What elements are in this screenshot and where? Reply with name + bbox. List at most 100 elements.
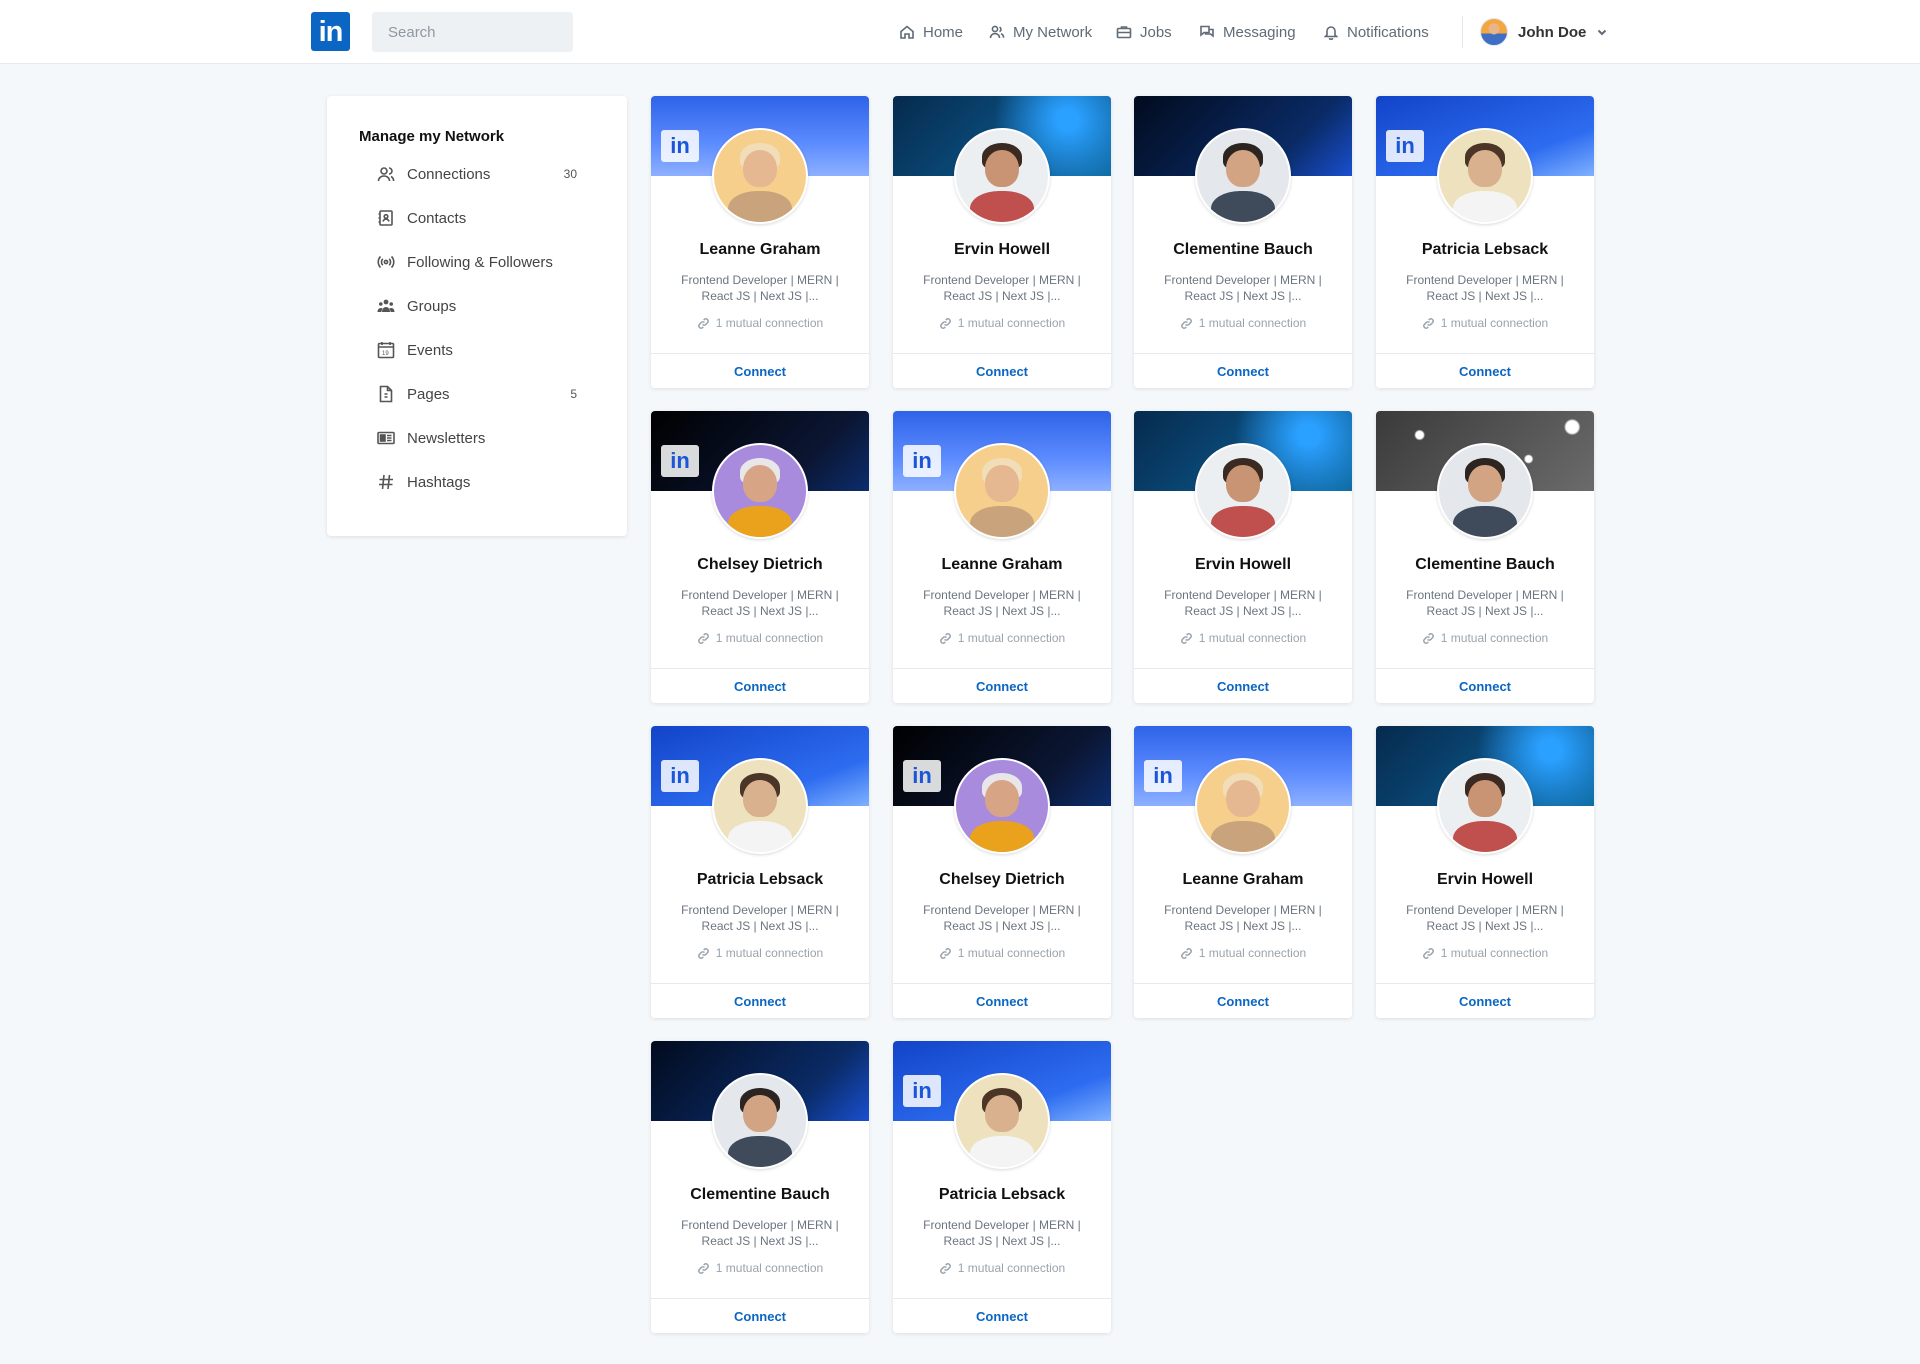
person-headline: Frontend Developer | MERN | React JS | N… (1406, 903, 1564, 933)
link-icon (939, 1262, 951, 1274)
mutual-connection-text: 1 mutual connection (1198, 631, 1307, 645)
chat-icon (1200, 25, 1214, 38)
person-name[interactable]: Clementine Bauch (1134, 241, 1352, 259)
person-name[interactable]: Clementine Bauch (1376, 556, 1594, 574)
people-icon (989, 25, 1005, 39)
person-headline: Frontend Developer | MERN | React JS | N… (1406, 588, 1564, 618)
avatar[interactable] (712, 758, 808, 854)
person-name[interactable]: Patricia Lebsack (651, 871, 869, 889)
banner-logo-icon: in (1144, 760, 1182, 792)
avatar[interactable] (1195, 758, 1291, 854)
sidebar-item-following[interactable]: Following & Followers (377, 247, 577, 277)
connect-button[interactable]: Connect (651, 668, 869, 703)
avatar[interactable] (712, 1073, 808, 1169)
link-icon (939, 632, 951, 644)
connect-button[interactable]: Connect (651, 1298, 869, 1333)
connect-button[interactable]: Connect (651, 983, 869, 1018)
sidebar-item-groups[interactable]: Groups (377, 291, 577, 321)
connect-button[interactable]: Connect (893, 353, 1111, 388)
banner-logo-icon: in (903, 760, 941, 792)
person-headline: Frontend Developer | MERN | React JS | N… (681, 1218, 839, 1248)
person-name[interactable]: Leanne Graham (651, 241, 869, 259)
link-icon (939, 317, 951, 329)
nav-home[interactable]: Home (899, 0, 963, 64)
person-headline: Frontend Developer | MERN | React JS | N… (681, 903, 839, 933)
person-name[interactable]: Patricia Lebsack (893, 1186, 1111, 1204)
person-card: in Patricia Lebsack Frontend Developer | M… (893, 1041, 1111, 1333)
chevron-down-icon (1598, 29, 1607, 36)
nav-jobs[interactable]: Jobs (1116, 0, 1172, 64)
nav-my-network[interactable]: My Network (989, 0, 1092, 64)
person-name[interactable]: Ervin Howell (1134, 556, 1352, 574)
avatar[interactable] (954, 443, 1050, 539)
person-card: Clementine Bauch Frontend Developer | MER… (1134, 96, 1352, 388)
connections-icon (377, 167, 395, 182)
mutual-connection-text: 1 mutual connection (957, 1261, 1066, 1275)
person-name[interactable]: Ervin Howell (893, 241, 1111, 259)
connect-button[interactable]: Connect (1134, 668, 1352, 703)
connect-button[interactable]: Connect (1134, 353, 1352, 388)
sidebar-item-events[interactable]: 19 Events (377, 335, 577, 365)
manage-network-sidebar: Manage my Network Connections 30 Contact… (327, 96, 627, 536)
connect-button[interactable]: Connect (1376, 983, 1594, 1018)
link-icon (1180, 317, 1192, 329)
profile-menu[interactable]: John Doe (1480, 0, 1608, 64)
connect-button[interactable]: Connect (893, 983, 1111, 1018)
person-card: in Leanne Graham Frontend Developer | MERN… (1134, 726, 1352, 1018)
avatar[interactable] (1437, 128, 1533, 224)
mutual-connection-text: 1 mutual connection (1198, 946, 1307, 960)
person-name[interactable]: Chelsey Dietrich (651, 556, 869, 574)
person-name[interactable]: Patricia Lebsack (1376, 241, 1594, 259)
sidebar-item-label: Events (407, 341, 453, 359)
mutual-connection-text: 1 mutual connection (1198, 316, 1307, 330)
person-headline: Frontend Developer | MERN | React JS | N… (923, 588, 1081, 618)
avatar[interactable] (1195, 443, 1291, 539)
person-card: in Leanne Graham Frontend Developer | MERN… (651, 96, 869, 388)
person-name[interactable]: Ervin Howell (1376, 871, 1594, 889)
person-name[interactable]: Chelsey Dietrich (893, 871, 1111, 889)
mutual-connection: 1 mutual connection (651, 1261, 869, 1275)
person-name[interactable]: Leanne Graham (1134, 871, 1352, 889)
avatar[interactable] (954, 758, 1050, 854)
nav-notifications[interactable]: Notifications (1323, 0, 1429, 64)
mutual-connection: 1 mutual connection (1134, 316, 1352, 330)
connect-button[interactable]: Connect (1376, 668, 1594, 703)
avatar[interactable] (954, 128, 1050, 224)
mutual-connection: 1 mutual connection (651, 316, 869, 330)
connect-button[interactable]: Connect (1134, 983, 1352, 1018)
mutual-connection-text: 1 mutual connection (1440, 316, 1549, 330)
connect-button[interactable]: Connect (1376, 353, 1594, 388)
person-name[interactable]: Clementine Bauch (651, 1186, 869, 1204)
sidebar-item-hashtags[interactable]: Hashtags (377, 467, 577, 497)
sidebar-item-connections[interactable]: Connections 30 (377, 159, 577, 189)
newsletter-icon (377, 431, 395, 445)
person-name[interactable]: Leanne Graham (893, 556, 1111, 574)
mutual-connection: 1 mutual connection (1376, 316, 1594, 330)
person-card: in Patricia Lebsack Frontend Developer | M… (651, 726, 869, 1018)
sidebar-item-pages[interactable]: Pages 5 (377, 379, 577, 409)
mutual-connection: 1 mutual connection (893, 316, 1111, 330)
avatar[interactable] (712, 128, 808, 224)
sidebar-item-label: Groups (407, 297, 457, 315)
sidebar-item-label: Contacts (407, 209, 467, 227)
mutual-connection-text: 1 mutual connection (957, 631, 1066, 645)
avatar[interactable] (1195, 128, 1291, 224)
nav-divider (1462, 16, 1463, 48)
connect-button[interactable]: Connect (893, 668, 1111, 703)
avatar[interactable] (954, 1073, 1050, 1169)
person-card: Ervin Howell Frontend Developer | MERN | … (1376, 726, 1594, 1018)
sidebar-item-newsletters[interactable]: Newsletters (377, 423, 577, 453)
connect-button[interactable]: Connect (651, 353, 869, 388)
pages-count: 5 (570, 387, 577, 401)
banner-logo-icon: in (1386, 130, 1424, 162)
sidebar-item-contacts[interactable]: Contacts (377, 203, 577, 233)
avatar[interactable] (1437, 443, 1533, 539)
nav-messaging[interactable]: Messaging (1199, 0, 1296, 64)
avatar[interactable] (1437, 758, 1533, 854)
avatar[interactable] (712, 443, 808, 539)
person-headline: Frontend Developer | MERN | React JS | N… (1164, 903, 1322, 933)
sidebar-item-label: Pages (407, 385, 450, 403)
sidebar-title: Manage my Network (359, 128, 505, 145)
mutual-connection-text: 1 mutual connection (715, 316, 824, 330)
connect-button[interactable]: Connect (893, 1298, 1111, 1333)
